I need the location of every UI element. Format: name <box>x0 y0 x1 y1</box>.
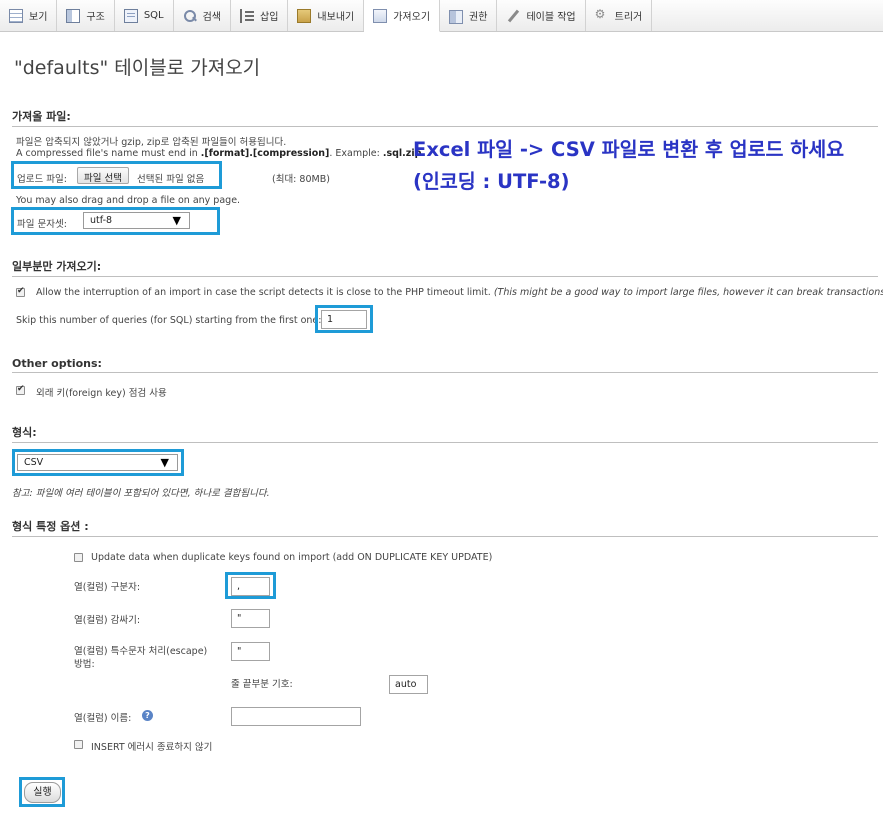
column-escape-label: 열(컬럼) 특수문자 처리(escape) <box>74 646 208 657</box>
tab-export[interactable]: 내보내기 <box>288 0 365 31</box>
structure-icon <box>66 8 81 23</box>
allow-interrupt-note: (This might be a good way to import larg… <box>493 287 883 298</box>
compression-example: A compressed file's name must end in .[f… <box>16 148 421 159</box>
help-icon[interactable]: ? <box>142 710 153 721</box>
max-size-text: (최대: 80MB) <box>272 174 330 185</box>
page-title: "defaults" 테이블로 가져오기 <box>14 57 261 79</box>
column-separator-input[interactable]: , <box>231 577 270 596</box>
tab-label: 삽입 <box>260 12 279 23</box>
tab-label: 테이블 작업 <box>526 12 576 23</box>
submit-button[interactable]: 실행 <box>24 782 61 803</box>
triggers-icon <box>595 7 609 23</box>
tab-label: SQL <box>143 10 164 21</box>
compression-info: 파일은 압축되지 않았거나 gzip, zip로 압축된 파일들이 허용됩니다. <box>16 137 287 148</box>
compression-example-label: . Example: <box>329 148 383 159</box>
line-terminator-label: 줄 끝부분 기호: <box>231 679 293 690</box>
charset-select[interactable]: utf-8 ▼ <box>83 212 190 229</box>
update-duplicate-label: Update data when duplicate keys found on… <box>91 552 493 563</box>
format-note: 참고: 파일에 여러 테이블이 포함되어 있다면, 하나로 결합됩니다. <box>12 488 270 499</box>
no-file-text: 선택된 파일 없음 <box>137 174 205 185</box>
tab-search[interactable]: 검색 <box>174 0 232 31</box>
tab-label: 구조 <box>86 12 105 23</box>
compression-text: A compressed file's name must end in <box>16 148 201 159</box>
annotation-line-2: (인코딩 : UTF-8) <box>413 170 570 193</box>
column-escape-input[interactable]: " <box>231 642 270 661</box>
allow-interrupt-label: Allow the interruption of an import in c… <box>36 287 883 298</box>
tab-label: 검색 <box>202 12 222 23</box>
column-escape-label-2: 방법: <box>74 659 95 670</box>
compression-format: .[format].[compression] <box>200 148 330 159</box>
tab-table[interactable]: 보기 <box>0 0 58 31</box>
column-names-label: 열(컬럼) 이름: <box>74 713 132 724</box>
charset-label: 파일 문자셋: <box>17 219 67 230</box>
allow-interrupt-checkbox[interactable] <box>16 286 25 297</box>
tab-label: 권한 <box>469 12 488 23</box>
tab-sql[interactable]: SQL <box>115 0 174 31</box>
table-icon <box>9 8 23 23</box>
fk-checks-label: 외래 키(foreign key) 점검 사용 <box>36 388 167 399</box>
other-options-heading: Other options: <box>12 357 878 373</box>
allow-interrupt-text: Allow the interruption of an import in c… <box>36 287 491 298</box>
charset-value: utf-8 <box>90 215 113 226</box>
tab-label: 가져오기 <box>393 12 431 23</box>
no-abort-label: INSERT 에러시 종료하지 않기 <box>91 742 213 753</box>
export-icon <box>297 8 312 23</box>
update-duplicate-checkbox[interactable] <box>74 553 83 562</box>
upload-file-label: 업로드 파일: <box>17 174 67 185</box>
tab-operations[interactable]: 테이블 작업 <box>497 0 586 31</box>
skip-queries-input[interactable]: 1 <box>321 310 367 329</box>
fk-checks-checkbox[interactable] <box>16 384 25 395</box>
file-section-heading: 가져올 파일: <box>12 108 878 127</box>
partial-import-heading: 일부분만 가져오기: <box>12 258 878 277</box>
format-heading: 형식: <box>12 424 878 443</box>
operations-icon <box>506 9 520 23</box>
import-icon <box>373 8 388 23</box>
column-separator-label: 열(컬럼) 구분자: <box>74 582 141 593</box>
column-enclosed-input[interactable]: " <box>231 609 270 628</box>
tab-label: 내보내기 <box>317 12 355 23</box>
column-names-input[interactable] <box>231 707 361 726</box>
privileges-icon <box>449 9 464 24</box>
tab-structure[interactable]: 구조 <box>57 0 115 31</box>
tab-privileges[interactable]: 권한 <box>440 0 498 31</box>
line-terminator-input[interactable]: auto <box>389 675 428 694</box>
tab-label: 보기 <box>29 12 48 23</box>
no-abort-checkbox[interactable] <box>74 740 83 749</box>
sql-icon <box>123 8 138 23</box>
dropdown-arrow-icon: ▼ <box>172 214 181 227</box>
insert-icon <box>240 8 255 23</box>
tab-insert[interactable]: 삽입 <box>231 0 289 31</box>
format-options-heading: 형식 특정 옵션 : <box>12 518 878 537</box>
dropdown-arrow-icon: ▼ <box>160 456 169 469</box>
tab-triggers[interactable]: 트리거 <box>586 0 653 31</box>
tab-import[interactable]: 가져오기 <box>364 0 441 32</box>
format-value: CSV <box>24 457 44 468</box>
drag-drop-hint: You may also drag and drop a file on any… <box>16 195 241 206</box>
skip-queries-label: Skip this number of queries (for SQL) st… <box>16 315 322 326</box>
column-enclosed-label: 열(컬럼) 감싸기: <box>74 615 141 626</box>
annotation-line-1: Excel 파일 -> CSV 파일로 변환 후 업로드 하세요 <box>413 138 845 161</box>
format-select[interactable]: CSV ▼ <box>17 454 178 471</box>
tab-bar: 보기 구조 SQL 검색 삽입 내보내기 가져오기 권한 테이블 작업 트리거 <box>0 0 883 32</box>
search-icon <box>183 9 197 23</box>
tab-label: 트리거 <box>614 12 643 23</box>
choose-file-button[interactable]: 파일 선택 <box>77 167 129 184</box>
